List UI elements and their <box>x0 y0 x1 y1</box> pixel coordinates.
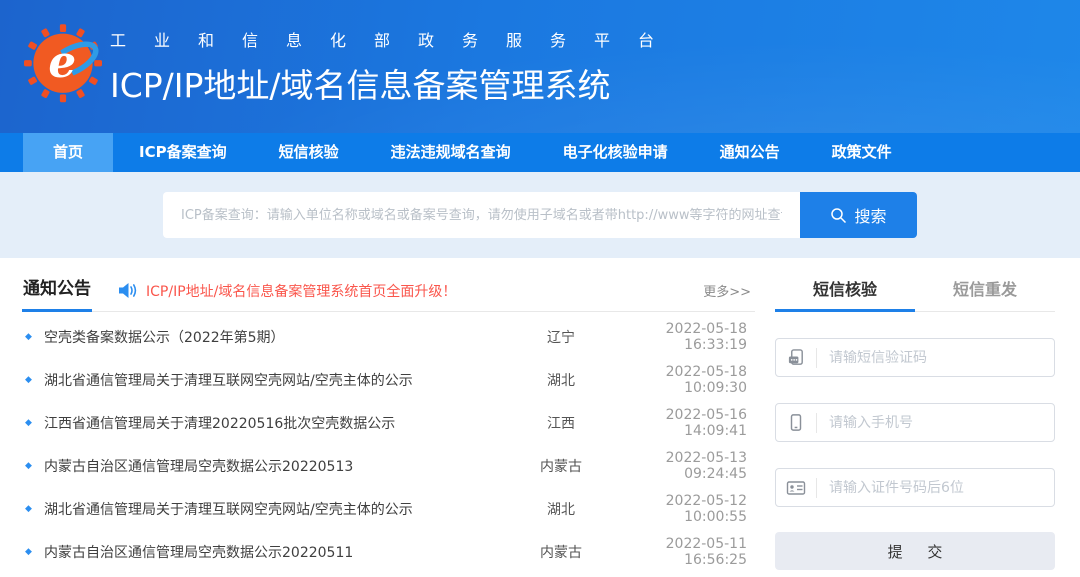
province-label: 江西 <box>515 413 607 433</box>
gear-e-logo-icon: e <box>24 17 102 115</box>
notice-section: 通知公告 ICP/IP地址/域名信息备案管理系统首页全面升级！ 更多>> ◆ 空… <box>22 270 755 573</box>
list-item: ◆ 湖北省通信管理局关于清理互联网空壳网站/空壳主体的公示 湖北 2022-05… <box>22 358 755 401</box>
id-card-icon <box>776 479 816 497</box>
list-item: ◆ 江西省通信管理局关于清理20220516批次空壳数据公示 江西 2022-0… <box>22 401 755 444</box>
tab-sms-verify[interactable]: 短信核验 <box>775 270 915 312</box>
announcement-link[interactable]: 湖北省通信管理局关于清理互联网空壳网站/空壳主体的公示 <box>44 370 515 390</box>
more-link[interactable]: 更多>> <box>703 281 755 300</box>
diamond-bullet-icon: ◆ <box>22 547 44 557</box>
nav-item-policy-files[interactable]: 政策文件 <box>806 133 918 172</box>
nav-item-icp-query[interactable]: ICP备案查询 <box>113 133 253 172</box>
list-item: ◆ 湖北省通信管理局关于清理互联网空壳网站/空壳主体的公示 湖北 2022-05… <box>22 487 755 530</box>
list-item: ◆ 空壳类备案数据公示（2022年第5期） 辽宁 2022-05-18 16:3… <box>22 315 755 358</box>
ticker-text: ICP/IP地址/域名信息备案管理系统首页全面升级！ <box>146 281 456 301</box>
datetime-label: 2022-05-18 16:33:19 <box>607 321 755 353</box>
province-label: 内蒙古 <box>515 456 607 476</box>
nav-item-sms-verify[interactable]: 短信核验 <box>253 133 365 172</box>
announcement-link[interactable]: 空壳类备案数据公示（2022年第5期） <box>44 327 515 347</box>
sms-code-icon <box>776 348 816 367</box>
phone-field <box>775 403 1055 442</box>
announcement-link[interactable]: 江西省通信管理局关于清理20220516批次空壳数据公示 <box>44 413 515 433</box>
province-label: 辽宁 <box>515 327 607 347</box>
province-label: 湖北 <box>515 499 607 519</box>
page-header: e 工业和信息化部政务服务平台 ICP/IP地址/域名信息备案管理系统 <box>0 0 1080 133</box>
notice-list: ◆ 空壳类备案数据公示（2022年第5期） 辽宁 2022-05-18 16:3… <box>22 312 755 573</box>
announcement-link[interactable]: 内蒙古自治区通信管理局空壳数据公示20220513 <box>44 456 515 476</box>
search-icon <box>830 207 847 224</box>
search-strip: 搜索 <box>0 172 1080 258</box>
diamond-bullet-icon: ◆ <box>22 418 44 428</box>
nav-item-notices[interactable]: 通知公告 <box>694 133 806 172</box>
diamond-bullet-icon: ◆ <box>22 375 44 385</box>
main-nav: 首页 ICP备案查询 短信核验 违法违规域名查询 电子化核验申请 通知公告 政策… <box>0 133 1080 172</box>
search-button-label: 搜索 <box>854 203 886 227</box>
nav-item-home[interactable]: 首页 <box>23 133 113 172</box>
announcement-ticker[interactable]: ICP/IP地址/域名信息备案管理系统首页全面升级！ <box>118 281 456 301</box>
datetime-label: 2022-05-13 09:24:45 <box>607 450 755 482</box>
tab-sms-resend[interactable]: 短信重发 <box>915 270 1055 312</box>
province-label: 湖北 <box>515 370 607 390</box>
list-item: ◆ 内蒙古自治区通信管理局空壳数据公示20220511 内蒙古 2022-05-… <box>22 530 755 573</box>
list-item: ◆ 内蒙古自治区通信管理局空壳数据公示20220513 内蒙古 2022-05-… <box>22 444 755 487</box>
sms-code-input[interactable] <box>817 350 1054 366</box>
main-content: 通知公告 ICP/IP地址/域名信息备案管理系统首页全面升级！ 更多>> ◆ 空… <box>0 258 1080 573</box>
nav-item-illegal-domain-query[interactable]: 违法违规域名查询 <box>365 133 537 172</box>
province-label: 内蒙古 <box>515 542 607 562</box>
id-number-field <box>775 468 1055 507</box>
search-button[interactable]: 搜索 <box>800 192 917 238</box>
page-title: ICP/IP地址/域名信息备案管理系统 <box>110 59 682 107</box>
nav-item-e-verification[interactable]: 电子化核验申请 <box>537 133 694 172</box>
diamond-bullet-icon: ◆ <box>22 504 44 514</box>
sms-verify-panel: 短信核验 短信重发 <box>775 270 1055 573</box>
speaker-icon <box>118 282 137 299</box>
svg-text:e: e <box>48 37 76 88</box>
datetime-label: 2022-05-16 14:09:41 <box>607 407 755 439</box>
announcement-link[interactable]: 内蒙古自治区通信管理局空壳数据公示20220511 <box>44 542 515 562</box>
diamond-bullet-icon: ◆ <box>22 461 44 471</box>
datetime-label: 2022-05-12 10:00:55 <box>607 493 755 525</box>
phone-input[interactable] <box>817 415 1054 431</box>
diamond-bullet-icon: ◆ <box>22 332 44 342</box>
notice-section-title: 通知公告 <box>22 270 92 312</box>
id-number-input[interactable] <box>817 480 1054 496</box>
platform-name: 工业和信息化部政务服务平台 <box>110 27 682 51</box>
phone-icon <box>776 413 816 432</box>
icp-search-input[interactable] <box>163 192 800 238</box>
datetime-label: 2022-05-18 10:09:30 <box>607 364 755 396</box>
submit-button[interactable]: 提 交 <box>775 532 1055 570</box>
datetime-label: 2022-05-11 16:56:25 <box>607 536 755 568</box>
sms-code-field <box>775 338 1055 377</box>
announcement-link[interactable]: 湖北省通信管理局关于清理互联网空壳网站/空壳主体的公示 <box>44 499 515 519</box>
